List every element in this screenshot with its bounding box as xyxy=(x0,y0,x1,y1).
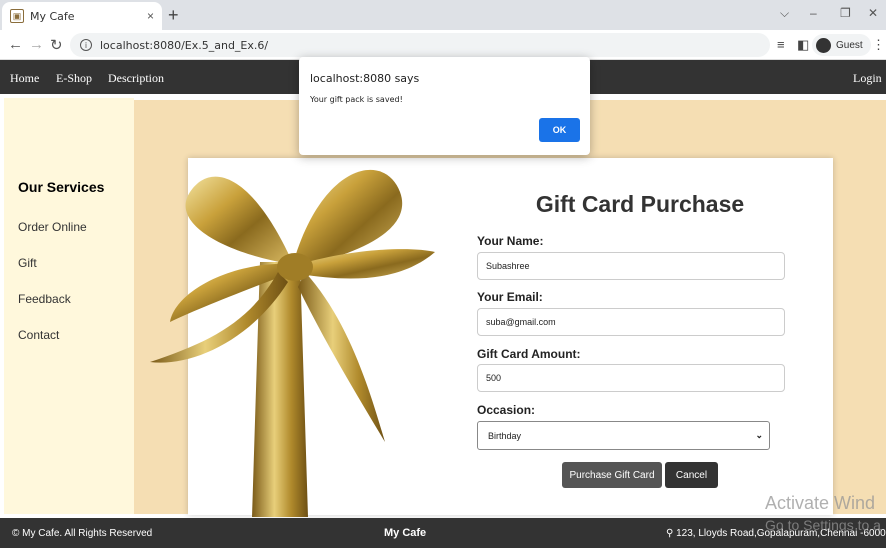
amount-label: Gift Card Amount: xyxy=(477,347,581,361)
url-text: localhost:8080/Ex.5_and_Ex.6/ xyxy=(100,38,269,52)
tab-search-icon[interactable]: ⌵ xyxy=(780,6,789,21)
email-label: Your Email: xyxy=(477,290,543,304)
activation-watermark-line2: Go to Settings to a xyxy=(765,517,881,533)
forward-arrow-icon[interactable]: → xyxy=(29,36,44,53)
site-info-icon[interactable]: i xyxy=(80,39,92,51)
occasion-select[interactable]: Birthday ⌄ xyxy=(477,421,770,450)
form-title: Gift Card Purchase xyxy=(535,191,745,217)
footer-brand: My Cafe xyxy=(384,527,427,539)
dialog-ok-button[interactable]: OK xyxy=(539,118,580,142)
dialog-title: localhost:8080 says xyxy=(310,72,420,85)
side-panel-icon[interactable]: ◧ xyxy=(797,37,809,53)
footer-copyright: © My Cafe. All Rights Reserved xyxy=(12,528,153,539)
sidebar-heading: Our Services xyxy=(18,179,105,195)
occasion-label: Occasion: xyxy=(477,403,536,417)
nav-description-link[interactable]: Description xyxy=(108,71,164,86)
sidebar-item-gift[interactable]: Gift xyxy=(18,256,37,270)
name-input[interactable]: Subashree xyxy=(477,252,785,280)
avatar-icon xyxy=(816,37,831,53)
nav-eshop-link[interactable]: E-Shop xyxy=(56,71,92,86)
nav-home-link[interactable]: Home xyxy=(10,71,39,86)
site-favicon-icon: ▣ xyxy=(10,9,24,23)
browser-tab[interactable]: ▣ My Cafe × xyxy=(2,2,162,30)
reading-list-icon[interactable]: ≡ xyxy=(777,37,785,52)
dialog-message: Your gift pack is saved! xyxy=(310,95,403,104)
amount-input[interactable]: 500 xyxy=(477,364,785,392)
services-sidebar: Our Services Order Online Gift Feedback … xyxy=(4,98,134,514)
new-tab-button[interactable]: + xyxy=(168,5,179,26)
back-arrow-icon[interactable]: ← xyxy=(8,36,23,53)
close-window-button[interactable]: ✕ xyxy=(868,6,878,20)
sidebar-item-contact[interactable]: Contact xyxy=(18,328,59,342)
browser-tabstrip: ▣ My Cafe × + ⌵ – ❐ ✕ xyxy=(0,0,886,30)
address-bar[interactable]: i localhost:8080/Ex.5_and_Ex.6/ xyxy=(70,33,770,57)
email-input[interactable]: suba@gmail.com xyxy=(477,308,785,336)
sidebar-item-feedback[interactable]: Feedback xyxy=(18,292,71,306)
menu-kebab-icon[interactable]: ⋮ xyxy=(872,37,885,53)
minimize-button[interactable]: – xyxy=(810,6,817,20)
profile-label: Guest xyxy=(836,39,863,51)
tab-close-icon[interactable]: × xyxy=(147,9,154,23)
tab-title: My Cafe xyxy=(30,9,75,23)
browser-toolbar: ← → ↻ i localhost:8080/Ex.5_and_Ex.6/ ≡ … xyxy=(0,30,886,60)
location-pin-icon: ⚲ xyxy=(666,528,674,539)
purchase-gift-card-button[interactable]: Purchase Gift Card xyxy=(562,462,662,488)
restore-button[interactable]: ❐ xyxy=(840,6,851,20)
sidebar-item-order-online[interactable]: Order Online xyxy=(18,220,87,234)
alert-dialog: localhost:8080 says Your gift pack is sa… xyxy=(299,57,590,155)
profile-button[interactable]: Guest xyxy=(812,34,871,56)
reload-icon[interactable]: ↻ xyxy=(50,36,63,54)
occasion-selected-value: Birthday xyxy=(488,430,522,441)
cancel-button[interactable]: Cancel xyxy=(665,462,718,488)
chevron-down-icon: ⌄ xyxy=(755,430,763,440)
site-footer: © My Cafe. All Rights Reserved My Cafe ⚲… xyxy=(0,518,886,548)
activation-watermark-line1: Activate Wind xyxy=(765,493,876,513)
gold-ribbon-image xyxy=(150,169,435,517)
nav-login-link[interactable]: Login xyxy=(853,71,882,86)
name-label: Your Name: xyxy=(477,234,544,248)
